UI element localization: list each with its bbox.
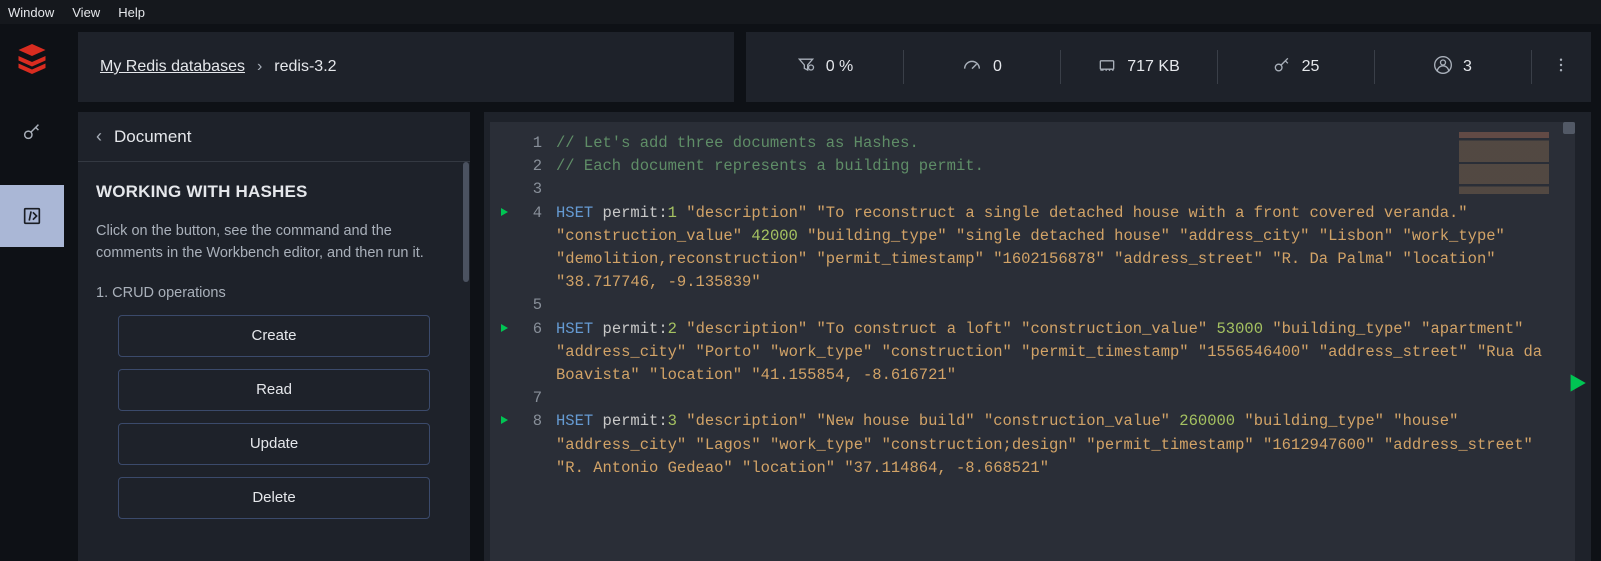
- menu-window[interactable]: Window: [8, 5, 54, 20]
- run-button[interactable]: [1563, 370, 1589, 401]
- editor-code-area[interactable]: // Let's add three documents as Hashes./…: [554, 122, 1575, 561]
- stat-clients: 3: [1374, 32, 1531, 102]
- content: ‹ Document WORKING WITH HASHES Click on …: [78, 112, 1591, 561]
- editor-panel: 12345678 // Let's add three documents as…: [484, 112, 1591, 561]
- line-number: 4: [518, 202, 542, 295]
- tutorial-panel: ‹ Document WORKING WITH HASHES Click on …: [78, 112, 470, 561]
- scrollbar-thumb[interactable]: [1563, 122, 1575, 134]
- line-number: 3: [518, 178, 542, 201]
- tutorial-back-button[interactable]: ‹ Document: [78, 112, 470, 162]
- breadcrumb: My Redis databases › redis-3.2: [78, 32, 734, 102]
- code-line: // Let's add three documents as Hashes.: [556, 132, 1567, 155]
- inline-run-placeholder: [490, 178, 518, 201]
- inline-run-placeholder: [490, 132, 518, 155]
- inline-run-placeholder: [490, 387, 518, 410]
- header: My Redis databases › redis-3.2 0 % 0: [78, 32, 1591, 102]
- stat-clients-value: 3: [1463, 58, 1472, 76]
- stat-keys-value: 25: [1302, 58, 1320, 76]
- inline-run-button[interactable]: [490, 410, 518, 480]
- stat-ops-value: 0: [993, 58, 1002, 76]
- line-number: 6: [518, 318, 542, 388]
- scrollbar-thumb[interactable]: [463, 162, 469, 282]
- code-line: [556, 178, 1567, 201]
- line-number: 5: [518, 294, 542, 317]
- user-icon: [1433, 55, 1453, 80]
- stat-cpu: 0 %: [746, 32, 903, 102]
- line-number: 1: [518, 132, 542, 155]
- menubar: Window View Help: [0, 0, 1601, 24]
- inline-run-placeholder: [490, 155, 518, 178]
- redis-logo-icon[interactable]: [14, 38, 50, 79]
- stat-keys: 25: [1217, 32, 1374, 102]
- kebab-icon: [1552, 56, 1570, 79]
- inline-run-button[interactable]: [490, 318, 518, 388]
- editor-play-gutter: [490, 122, 518, 561]
- code-line: HSET permit:3 "description" "New house b…: [556, 410, 1567, 480]
- line-number: 7: [518, 387, 542, 410]
- line-number: 8: [518, 410, 542, 480]
- filter-icon: [796, 55, 816, 80]
- nav-workbench[interactable]: [0, 185, 64, 247]
- nav-keys[interactable]: [0, 101, 64, 163]
- stat-ops: 0: [903, 32, 1060, 102]
- tutorial-section-label: 1. CRUD operations: [96, 285, 452, 301]
- tutorial-title: WORKING WITH HASHES: [96, 182, 452, 202]
- key-icon: [1272, 55, 1292, 80]
- header-more-button[interactable]: [1531, 32, 1591, 102]
- line-number: 2: [518, 155, 542, 178]
- code-line: [556, 294, 1567, 317]
- stat-memory-value: 717 KB: [1127, 58, 1179, 76]
- breadcrumb-root-link[interactable]: My Redis databases: [100, 58, 245, 76]
- main: My Redis databases › redis-3.2 0 % 0: [64, 24, 1601, 561]
- code-line: // Each document represents a building p…: [556, 155, 1567, 178]
- chevron-right-icon: ›: [257, 58, 262, 76]
- app-root: My Redis databases › redis-3.2 0 % 0: [0, 24, 1601, 561]
- stats-bar: 0 % 0 717 KB: [746, 32, 1591, 102]
- menu-view[interactable]: View: [72, 5, 100, 20]
- editor-line-gutter: 12345678: [518, 122, 554, 561]
- code-line: HSET permit:2 "description" "To construc…: [556, 318, 1567, 388]
- inline-run-button[interactable]: [490, 202, 518, 295]
- crud-create-button[interactable]: Create: [118, 315, 430, 357]
- chevron-left-icon: ‹: [96, 126, 102, 147]
- left-rail: [0, 24, 64, 561]
- code-editor[interactable]: 12345678 // Let's add three documents as…: [490, 122, 1575, 561]
- gauge-icon: [961, 54, 983, 81]
- memory-icon: [1097, 55, 1117, 80]
- tutorial-back-label: Document: [114, 127, 191, 147]
- menu-help[interactable]: Help: [118, 5, 145, 20]
- crud-update-button[interactable]: Update: [118, 423, 430, 465]
- crud-delete-button[interactable]: Delete: [118, 477, 430, 519]
- stat-memory: 717 KB: [1060, 32, 1217, 102]
- code-line: HSET permit:1 "description" "To reconstr…: [556, 202, 1567, 295]
- stat-cpu-value: 0 %: [826, 58, 854, 76]
- crud-read-button[interactable]: Read: [118, 369, 430, 411]
- breadcrumb-current: redis-3.2: [274, 58, 336, 76]
- inline-run-placeholder: [490, 294, 518, 317]
- code-line: [556, 387, 1567, 410]
- tutorial-body: Click on the button, see the command and…: [96, 220, 452, 265]
